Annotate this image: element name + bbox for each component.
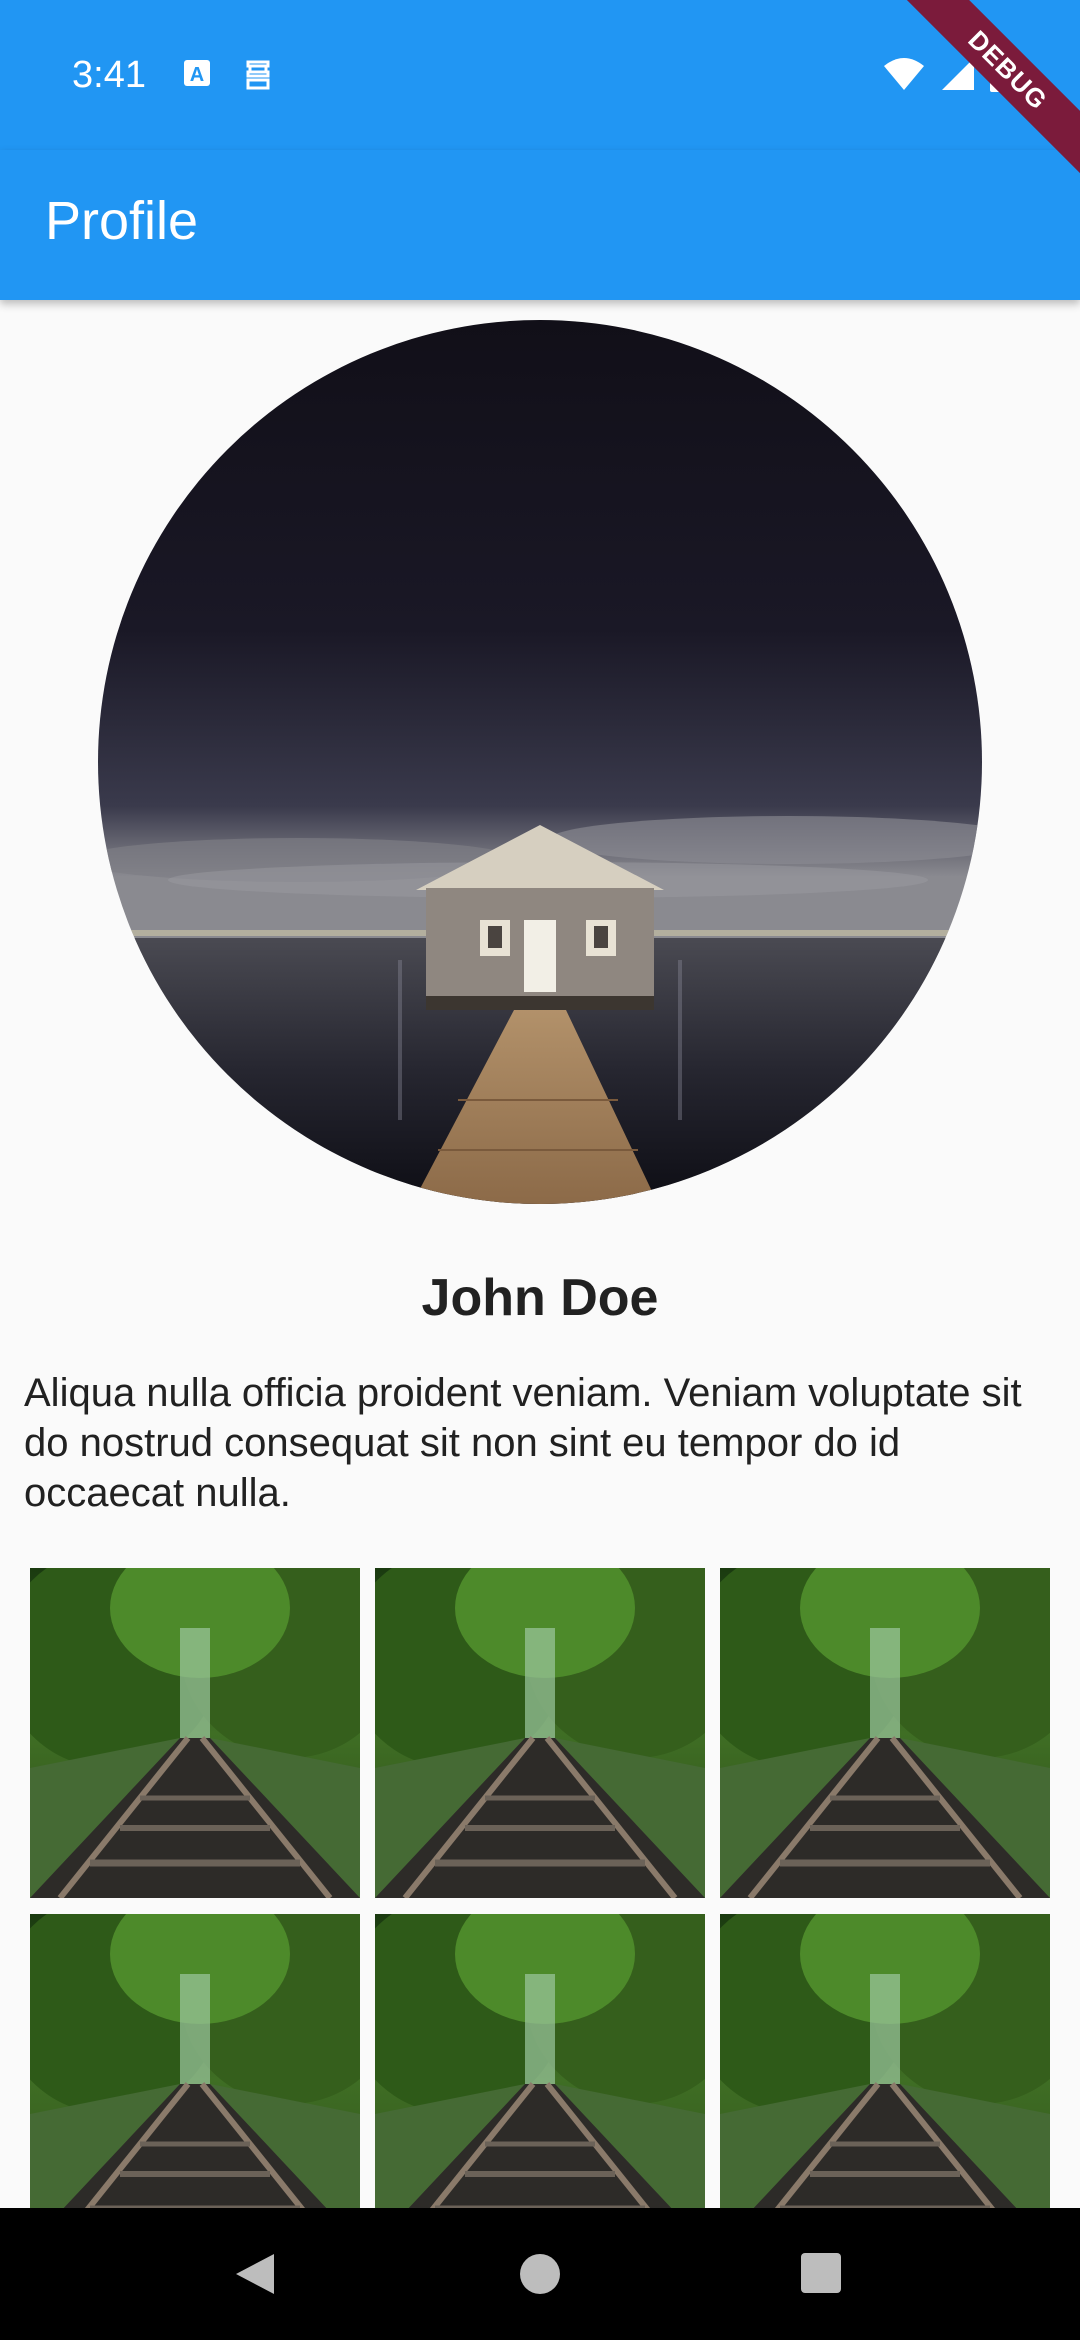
- home-icon[interactable]: [518, 2252, 562, 2296]
- gallery-tile[interactable]: [375, 1914, 705, 2208]
- gallery-tile[interactable]: [30, 1568, 360, 1898]
- gallery-tile[interactable]: [720, 1568, 1050, 1898]
- boathouse-pier-image: [98, 320, 982, 1204]
- wifi-icon: [884, 58, 924, 90]
- back-icon[interactable]: [234, 2252, 276, 2296]
- photo-grid: [30, 1568, 1050, 2208]
- profile-avatar: [98, 320, 982, 1204]
- profile-name: John Doe: [421, 1269, 659, 1327]
- railway-track-image: [720, 1914, 1050, 2208]
- page-title: Profile: [45, 191, 199, 251]
- gallery-tile[interactable]: [30, 1914, 360, 2208]
- app-bar: Profile: [0, 150, 1080, 300]
- gallery-tile[interactable]: [375, 1568, 705, 1898]
- profile-bio: Aliqua nulla officia proident veniam. Ve…: [24, 1371, 1022, 1515]
- svg-text:A: A: [190, 64, 204, 86]
- railway-track-image: [30, 1914, 360, 2208]
- recents-icon[interactable]: [800, 2252, 842, 2294]
- status-bar: 3:41 A: [0, 0, 1080, 150]
- a-notification-icon: A: [184, 60, 210, 86]
- railway-track-image: [720, 1568, 1050, 1898]
- railway-track-image: [30, 1568, 360, 1898]
- railway-track-image: [375, 1568, 705, 1898]
- sim-notification-icon: [246, 60, 270, 90]
- system-nav-bar: [0, 2208, 1080, 2340]
- status-time: 3:41: [72, 54, 146, 96]
- gallery-tile[interactable]: [720, 1914, 1050, 2208]
- railway-track-image: [375, 1914, 705, 2208]
